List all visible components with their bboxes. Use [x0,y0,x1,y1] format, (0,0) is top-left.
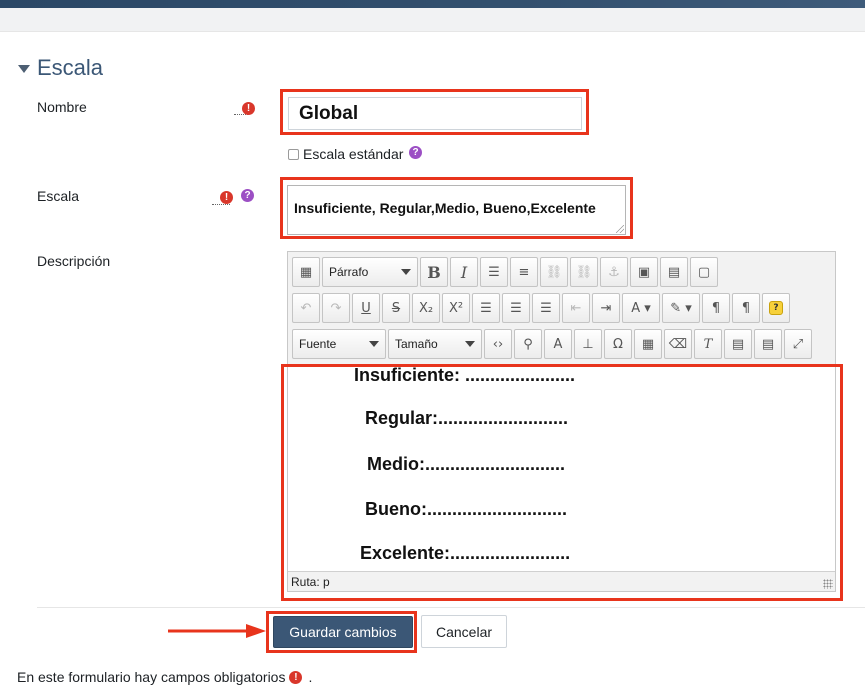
media-icon[interactable]: ▤ [660,257,688,287]
editor-toolbar: ▦ Párrafo B I ☰ ≡ ⛓ ⛓ ⚓ ▣ ▤ ▢ ↶ ↷ U S X₂… [288,252,835,364]
undo-icon[interactable]: ↶ [292,293,320,323]
chevron-down-icon [401,269,411,275]
table-icon[interactable]: ▦ [634,329,662,359]
required-fields-note: En este formulario hay campos obligatori… [17,669,312,685]
required-icon: ! [289,670,303,684]
manage-files-icon[interactable]: ▢ [690,257,718,287]
escala-textarea[interactable]: Insuficiente, Regular,Medio, Bueno,Excel… [287,185,626,235]
help-badge: ? [769,301,783,315]
fullscreen-icon[interactable]: ⤢ [784,329,812,359]
form-divider [37,607,865,608]
font-select-value: Fuente [299,337,337,351]
special-character-icon[interactable]: Ω [604,329,632,359]
toolbar-row-1: ▦ Párrafo B I ☰ ≡ ⛓ ⛓ ⚓ ▣ ▤ ▢ [292,257,720,287]
find-replace-icon[interactable]: ⚲ [514,329,542,359]
escala-estandar-label[interactable]: Escala estándar [303,146,403,162]
indent-icon[interactable]: ⇥ [592,293,620,323]
toolbar-toggle-icon[interactable]: ▦ [292,257,320,287]
help-icon[interactable]: ? [241,189,254,202]
escala-textarea-value: Insuficiente, Regular,Medio, Bueno,Excel… [294,200,596,216]
section-title: Escala [37,55,104,80]
save-button[interactable]: Guardar cambios [273,616,413,648]
size-select[interactable]: Tamaño [388,329,482,359]
superscript-icon[interactable]: X² [442,293,470,323]
background-color-icon[interactable]: ✎ ▾ [662,293,700,323]
required-icon: ! [242,102,255,115]
clean-up-icon[interactable]: ⌫ [664,329,692,359]
paste-text-icon[interactable]: ▤ [724,329,752,359]
required-note-end: . [308,669,313,685]
nombre-input[interactable]: Global [288,97,582,130]
rtl-icon[interactable]: ¶ [732,293,760,323]
numbered-list-icon[interactable]: ≡ [510,257,538,287]
strikethrough-icon[interactable]: S [382,293,410,323]
font-select[interactable]: Fuente [292,329,386,359]
clear-formatting-icon[interactable]: T [694,329,722,359]
ltr-icon[interactable]: ¶ [702,293,730,323]
nombre-label: Nombre [37,99,87,115]
underline-icon[interactable]: U [352,293,380,323]
html-source-icon[interactable]: ‹› [484,329,512,359]
format-select[interactable]: Párrafo [322,257,418,287]
chevron-down-icon [465,341,475,347]
label-dots [212,204,230,205]
cancel-button[interactable]: Cancelar [421,615,507,648]
escala-estandar-checkbox[interactable] [288,148,299,160]
image-icon[interactable]: ▣ [630,257,658,287]
link-icon[interactable]: ⛓ [540,257,568,287]
align-left-icon[interactable]: ☰ [472,293,500,323]
spellcheck-icon[interactable]: A [544,329,572,359]
subscript-icon[interactable]: X₂ [412,293,440,323]
bullet-list-icon[interactable]: ☰ [480,257,508,287]
section-header[interactable]: Escala [18,55,103,81]
toolbar-row-3: Fuente Tamaño ‹› ⚲ A ⊥ Ω ▦ ⌫ T ▤ ▤ ⤢ [292,329,814,359]
top-navigation-bar [0,0,865,8]
outdent-icon[interactable]: ⇤ [562,293,590,323]
unlink-icon[interactable]: ⛓ [570,257,598,287]
text-color-icon[interactable]: A ▾ [622,293,660,323]
paste-word-icon[interactable]: ▤ [754,329,782,359]
escala-label: Escala [37,188,80,204]
highlight-box-descripcion [281,364,843,601]
toolbar-row-2: ↶ ↷ U S X₂ X² ☰ ☰ ☰ ⇤ ⇥ A ▾ ✎ ▾ ¶ ¶ ? [292,293,792,323]
required-note-text: En este formulario hay campos obligatori… [17,669,286,685]
italic-icon[interactable]: I [450,257,478,287]
resize-grip-icon[interactable] [616,225,624,233]
help-icon[interactable]: ? [762,293,790,323]
required-icon: ! [220,191,233,204]
redo-icon[interactable]: ↷ [322,293,350,323]
align-right-icon[interactable]: ☰ [532,293,560,323]
secondary-header-bar [0,8,865,32]
anchor-icon[interactable]: ⚓ [600,257,628,287]
bold-icon[interactable]: B [420,257,448,287]
descripcion-label: Descripción [37,253,111,269]
help-icon[interactable]: ? [409,146,422,159]
chevron-down-icon [369,341,379,347]
align-center-icon[interactable]: ☰ [502,293,530,323]
size-select-value: Tamaño [395,337,438,351]
insert-line-icon[interactable]: ⊥ [574,329,602,359]
arrow-right-icon [168,624,266,638]
escala-estandar-row[interactable]: Escala estándar [288,146,403,162]
collapse-caret-icon[interactable] [18,65,30,73]
format-select-value: Párrafo [329,265,369,279]
